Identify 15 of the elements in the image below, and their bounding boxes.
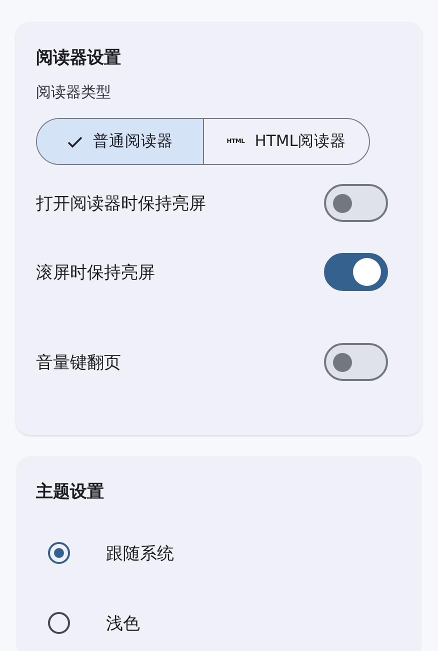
radio-button[interactable] — [48, 542, 70, 564]
segment-button[interactable]: 普通阅读器 — [37, 119, 202, 164]
option-label: 跟随系统 — [106, 542, 174, 564]
toggle-switch[interactable] — [324, 184, 388, 222]
check-icon — [66, 136, 83, 148]
toggle-switch[interactable] — [324, 343, 388, 381]
setting-label: 打开阅读器时保持亮屏 — [36, 192, 206, 214]
option-label: 浅色 — [106, 612, 140, 634]
field-label: 阅读器类型 — [36, 82, 112, 103]
setting-label: 音量键翻页 — [36, 352, 121, 374]
toggle-switch[interactable] — [324, 253, 388, 291]
setting-label: 滚屏时保持亮屏 — [36, 262, 155, 284]
section-title: 阅读器设置 — [36, 47, 122, 70]
section-title: 主题设置 — [36, 481, 105, 504]
radio-button[interactable] — [48, 612, 70, 634]
